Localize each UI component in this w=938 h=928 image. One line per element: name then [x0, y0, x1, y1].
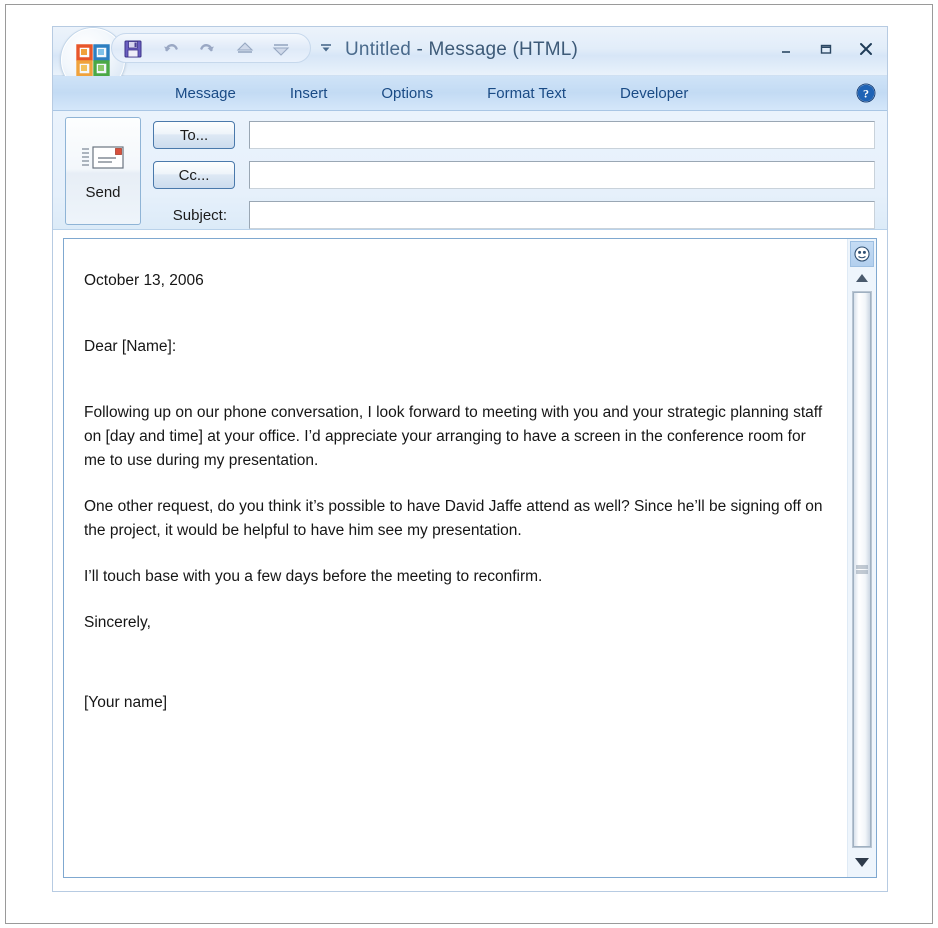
subject-row: Subject: — [153, 199, 875, 231]
tab-format-text[interactable]: Format Text — [483, 83, 570, 104]
svg-text:?: ? — [863, 87, 869, 101]
redo-icon[interactable] — [196, 38, 218, 60]
tab-message[interactable]: Message — [171, 83, 240, 104]
body-signature: [Your name] — [84, 694, 168, 712]
scroll-down-button[interactable] — [850, 850, 874, 874]
title-bar: Untitled - Message (HTML) — [53, 27, 887, 92]
window-title-separator: - — [411, 39, 429, 60]
next-item-icon[interactable] — [270, 38, 292, 60]
undo-icon[interactable] — [160, 38, 182, 60]
to-row: To... — [153, 119, 875, 151]
tab-developer[interactable]: Developer — [616, 83, 692, 104]
maximize-button[interactable] — [813, 37, 839, 61]
screenshot-root: Untitled - Message (HTML) Message Insert… — [0, 0, 938, 928]
help-icon[interactable]: ? — [855, 82, 877, 104]
cc-row: Cc... — [153, 159, 875, 191]
scroll-up-button[interactable] — [850, 267, 874, 289]
body-salutation: Dear [Name]: — [84, 338, 177, 356]
message-body-editor[interactable]: October 13, 2006 Dear [Name]: Following … — [64, 239, 847, 877]
quick-access-toolbar — [111, 33, 311, 63]
body-scrollbar — [847, 239, 876, 877]
scrollbar-track[interactable] — [852, 291, 872, 848]
select-browse-object-icon[interactable] — [850, 241, 874, 267]
customize-qat-chevron-down-icon[interactable] — [319, 41, 333, 55]
ribbon-tab-strip: Message Insert Options Format Text Devel… — [53, 76, 887, 111]
save-icon[interactable] — [122, 38, 144, 60]
close-button[interactable] — [853, 37, 879, 61]
body-paragraph-1: Following up on our phone conversation, … — [84, 404, 823, 470]
window-title-app: Message (HTML) — [428, 39, 579, 60]
address-fields: To... Cc... Subject: — [153, 119, 875, 231]
send-button-label: Send — [85, 184, 121, 201]
outlook-compose-window: Untitled - Message (HTML) Message Insert… — [52, 26, 888, 892]
send-button[interactable]: Send — [65, 117, 141, 225]
message-body-panel: October 13, 2006 Dear [Name]: Following … — [63, 238, 877, 878]
body-closing: Sincerely, — [84, 614, 151, 632]
cc-input[interactable] — [249, 161, 875, 189]
window-title-document: Untitled — [345, 39, 412, 60]
cc-button[interactable]: Cc... — [153, 161, 235, 189]
to-button[interactable]: To... — [153, 121, 235, 149]
tab-insert[interactable]: Insert — [286, 83, 332, 104]
send-envelope-icon — [80, 141, 126, 180]
body-date: October 13, 2006 — [84, 272, 204, 289]
window-controls — [773, 37, 879, 61]
body-paragraph-2: One other request, do you think it’s pos… — [84, 498, 823, 540]
subject-input[interactable] — [249, 201, 875, 229]
scrollbar-thumb[interactable] — [853, 292, 871, 847]
body-paragraph-3: I’ll touch base with you a few days befo… — [84, 568, 543, 586]
minimize-button[interactable] — [773, 37, 799, 61]
office-orb-icon — [74, 41, 112, 79]
subject-label: Subject: — [172, 206, 227, 224]
scrollbar-grip-icon — [856, 565, 868, 574]
compose-header: Send To... Cc... Subject: — [53, 111, 887, 230]
ribbon-tabs: Message Insert Options Format Text Devel… — [171, 76, 692, 110]
tab-options[interactable]: Options — [377, 83, 437, 104]
to-input[interactable] — [249, 121, 875, 149]
previous-item-icon[interactable] — [234, 38, 256, 60]
window-title: Untitled - Message (HTML) — [345, 39, 578, 61]
